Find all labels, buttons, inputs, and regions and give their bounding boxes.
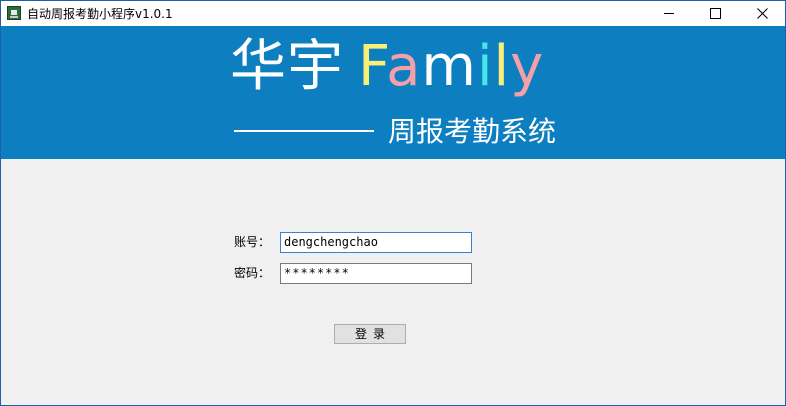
banner-divider-line: [234, 130, 374, 132]
login-button[interactable]: 登录: [334, 324, 406, 344]
title-bar[interactable]: 自动周报考勤小程序v1.0.1: [1, 1, 785, 26]
brand-chinese: 华宇: [230, 34, 344, 99]
brand-letter: i: [476, 34, 494, 99]
brand-letter: l: [493, 34, 511, 99]
minimize-button[interactable]: [646, 1, 692, 26]
password-label: 密码：: [234, 266, 271, 280]
header-banner: 华宇 Family 周报考勤系统: [1, 26, 785, 159]
banner-title: 华宇 Family: [230, 29, 544, 105]
window-title: 自动周报考勤小程序v1.0.1: [27, 7, 173, 21]
close-icon: [756, 8, 768, 19]
account-label: 账号：: [234, 235, 271, 249]
banner-subtitle: 周报考勤系统: [388, 115, 557, 148]
maximize-button[interactable]: [692, 1, 738, 26]
brand-family: Family: [358, 34, 544, 99]
minimize-icon: [664, 13, 674, 14]
maximize-icon: [709, 8, 721, 19]
app-window: 自动周报考勤小程序v1.0.1 华宇 Family 周报考勤系统 账号： deng…: [0, 0, 786, 406]
brand-letter: a: [386, 34, 422, 99]
app-icon: [7, 6, 21, 20]
password-input[interactable]: ********: [280, 263, 472, 284]
close-button[interactable]: [739, 1, 785, 26]
brand-letter: m: [421, 34, 477, 99]
brand-letter: y: [510, 34, 545, 99]
brand-letter: F: [358, 34, 387, 99]
account-input[interactable]: dengchengchao: [280, 232, 472, 253]
